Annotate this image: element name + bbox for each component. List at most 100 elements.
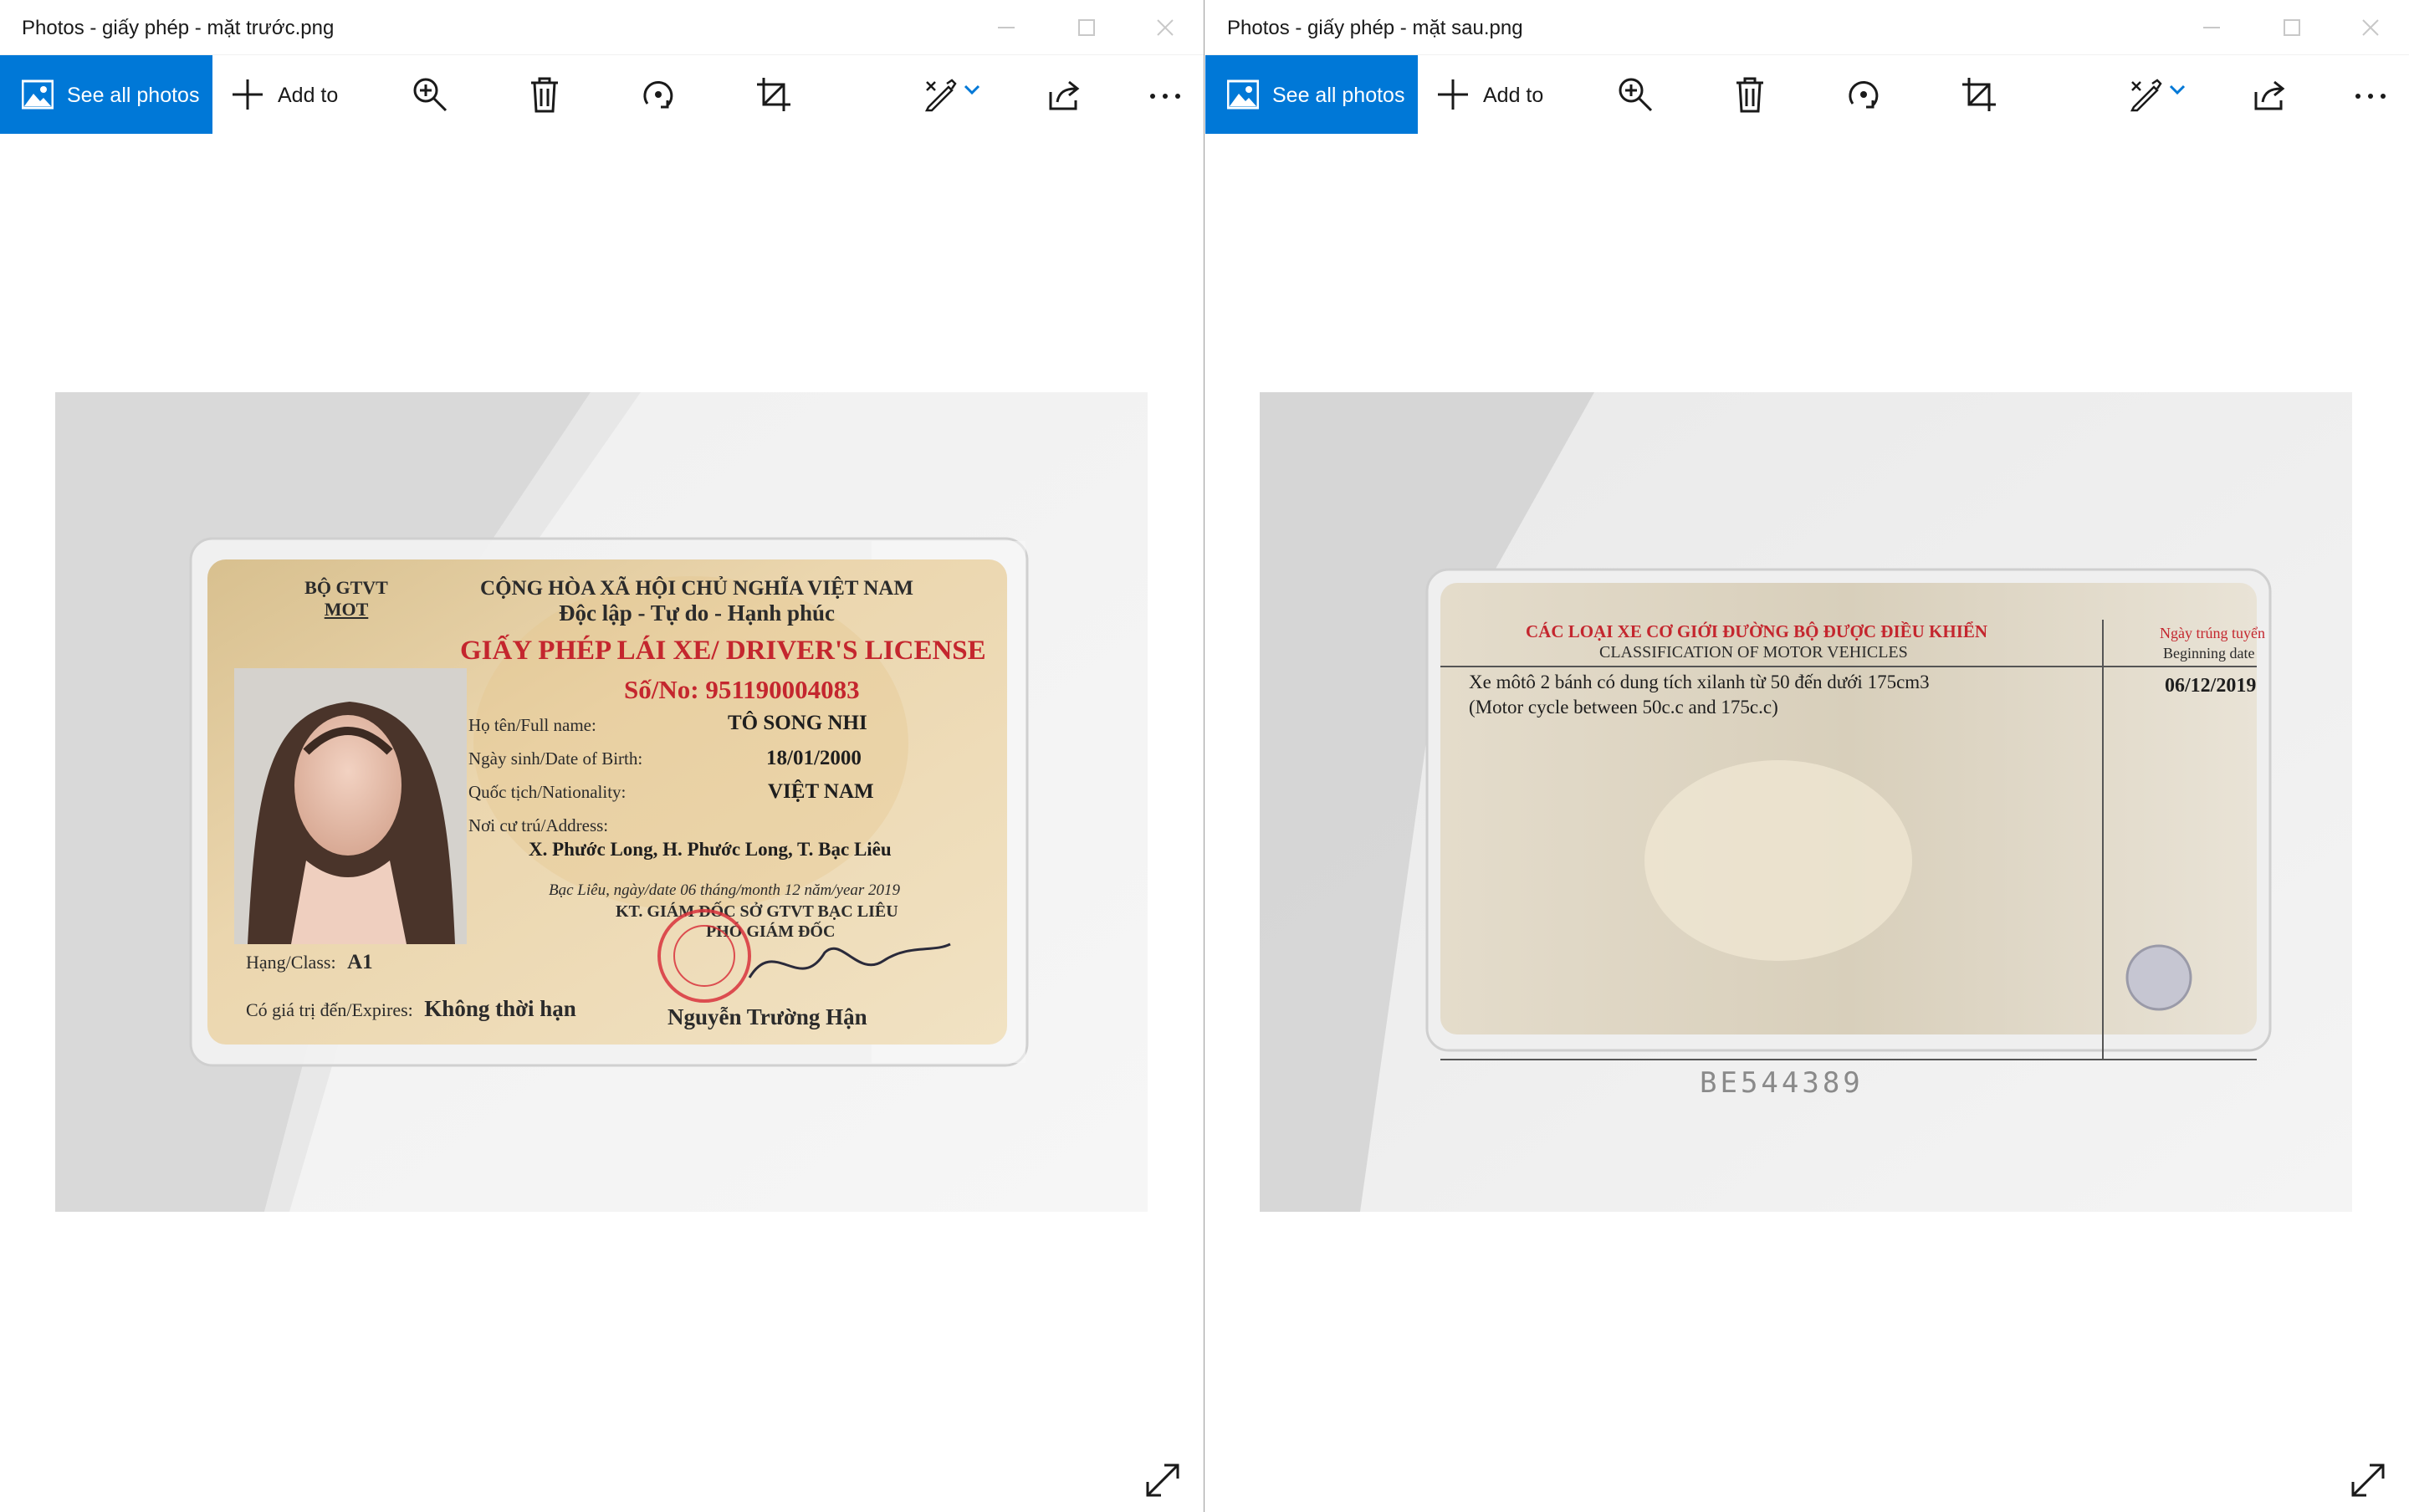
zoom-button[interactable] [1615,55,1657,134]
edit-create-button[interactable] [920,55,987,134]
vehicle-class-vn: Xe môtô 2 bánh có dung tích xilanh từ 50… [1469,672,1930,692]
license-number-label: Số/No: [624,675,699,704]
chevron-down-icon [964,84,980,95]
maximize-icon [2284,19,2300,36]
dob-label: Ngày sinh/Date of Birth: [468,748,643,769]
minimize-icon [2203,27,2220,28]
rotate-button[interactable] [1843,55,1885,134]
photo-back-license[interactable]: CÁC LOẠI XE CƠ GIỚI ĐƯỜNG BỘ ĐƯỢC ĐIỀU K… [1260,392,2352,1212]
share-button[interactable] [1046,55,1084,134]
zoom-button[interactable] [410,55,452,134]
zoom-in-icon [413,78,448,112]
see-all-photos-button[interactable]: See all photos [1205,55,1418,134]
crop-button[interactable] [1958,55,2000,134]
window-title: Photos - giấy phép - mặt trước.png [22,17,335,39]
picture-icon [22,79,54,110]
header-ministry: BỘ GTVT [304,577,388,598]
name-label: Họ tên/Full name: [468,715,596,735]
close-button[interactable] [1144,10,1186,45]
toolbar: See all photos Add to [1205,55,2409,134]
delete-icon [1736,77,1763,113]
crop-icon [757,78,790,111]
photo-front-license[interactable]: BỘ GTVT MOT CỘNG HÒA XÃ HỘI CHỦ NGHĨA VI… [55,392,1148,1212]
expand-icon [2351,1463,2385,1497]
title-bar[interactable]: Photos - giấy phép - mặt sau.png [1205,0,2409,55]
more-icon [2355,94,2386,99]
edit-create-button[interactable] [2125,55,2192,134]
delete-icon [531,77,558,113]
add-to-button[interactable]: Add to [1436,55,1570,134]
maximize-icon [1078,19,1095,36]
rotate-icon [1849,81,1879,109]
plus-icon [233,79,263,110]
more-icon [1150,94,1180,99]
full-screen-button[interactable] [2350,1462,2386,1499]
share-icon [1049,80,1080,110]
minimize-button[interactable] [985,10,1027,45]
plus-icon [1438,79,1468,110]
picture-icon [1227,79,1259,110]
expand-icon [1146,1463,1179,1497]
official-stamp [657,909,751,1003]
share-icon [2254,80,2285,110]
beginning-date: 06/12/2019 [2165,675,2257,697]
hologram-seal [2125,944,2192,1011]
minimize-button[interactable] [2191,10,2233,45]
full-screen-button[interactable] [1144,1462,1181,1499]
address: X. Phước Long, H. Phước Long, T. Bạc Liê… [529,839,892,860]
see-all-photos-label: See all photos [67,84,200,107]
signer-name: Nguyễn Trường Hận [667,1004,867,1029]
toolbar: See all photos Add to [0,55,1204,134]
close-button[interactable] [2350,10,2391,45]
classification-heading-en: CLASSIFICATION OF MOTOR VEHICLES [1599,643,1908,662]
expires-label: Có giá trị đến/Expires: [246,999,413,1020]
classification-heading-vn: CÁC LOẠI XE CƠ GIỚI ĐƯỜNG BỘ ĐƯỢC ĐIỀU K… [1526,621,1988,641]
header-country: CỘNG HÒA XÃ HỘI CHỦ NGHĨA VIỆT NAM [480,577,913,600]
add-to-label: Add to [278,84,339,107]
rotate-icon [643,81,673,109]
maximize-button[interactable] [2271,10,2313,45]
minimize-icon [998,27,1015,28]
crop-button[interactable] [753,55,795,134]
beginning-date-heading-vn: Ngày trúng tuyển [2160,625,2265,641]
crop-icon [1962,78,1996,111]
photos-window-front: Photos - giấy phép - mặt trước.png See a… [0,0,1204,1512]
see-all-photos-button[interactable]: See all photos [0,55,212,134]
window-title: Photos - giấy phép - mặt sau.png [1227,17,1523,39]
edit-create-icon [2130,79,2162,112]
license-number: 951190004083 [705,675,860,704]
chevron-down-icon [2169,84,2186,95]
address-label: Nơi cư trú/Address: [468,815,609,835]
title-bar[interactable]: Photos - giấy phép - mặt trước.png [0,0,1204,55]
issue-date-line: Bạc Liêu, ngày/date 06 tháng/month 12 nă… [549,881,901,899]
delete-button[interactable] [1731,55,1769,134]
header-motto: Độc lập - Tự do - Hạnh phúc [558,600,836,626]
delete-button[interactable] [525,55,564,134]
maximize-button[interactable] [1066,10,1107,45]
photos-window-back: Photos - giấy phép - mặt sau.png See all… [1205,0,2409,1512]
beginning-date-heading-en: Beginning date [2163,645,2255,662]
header-ministry-en: MOT [324,599,369,620]
nationality: VIỆT NAM [768,780,874,803]
more-button[interactable] [1146,55,1184,134]
date-of-birth: 18/01/2000 [766,747,862,769]
license-title: GIẤY PHÉP LÁI XE/ DRIVER'S LICENSE [460,636,986,666]
nationality-label: Quốc tịch/Nationality: [468,782,627,802]
share-button[interactable] [2251,55,2289,134]
vehicle-class-en: (Motor cycle between 50c.c and 175c.c) [1469,697,1778,718]
add-to-button[interactable]: Add to [231,55,365,134]
edit-create-icon [924,79,957,112]
see-all-photos-label: See all photos [1272,84,1405,107]
expiry-value: Không thời hạn [424,996,576,1021]
class-label: Hạng/Class: [246,952,336,973]
add-to-label: Add to [1483,84,1544,107]
signature [748,942,951,978]
close-icon [2362,19,2379,36]
zoom-in-icon [1619,78,1653,112]
rotate-button[interactable] [637,55,679,134]
serial-number: BE544389 [1700,1066,1864,1100]
close-icon [1157,19,1174,36]
license-class: A1 [347,951,373,973]
more-button[interactable] [2351,55,2390,134]
holder-name: TÔ SONG NHI [728,712,867,734]
